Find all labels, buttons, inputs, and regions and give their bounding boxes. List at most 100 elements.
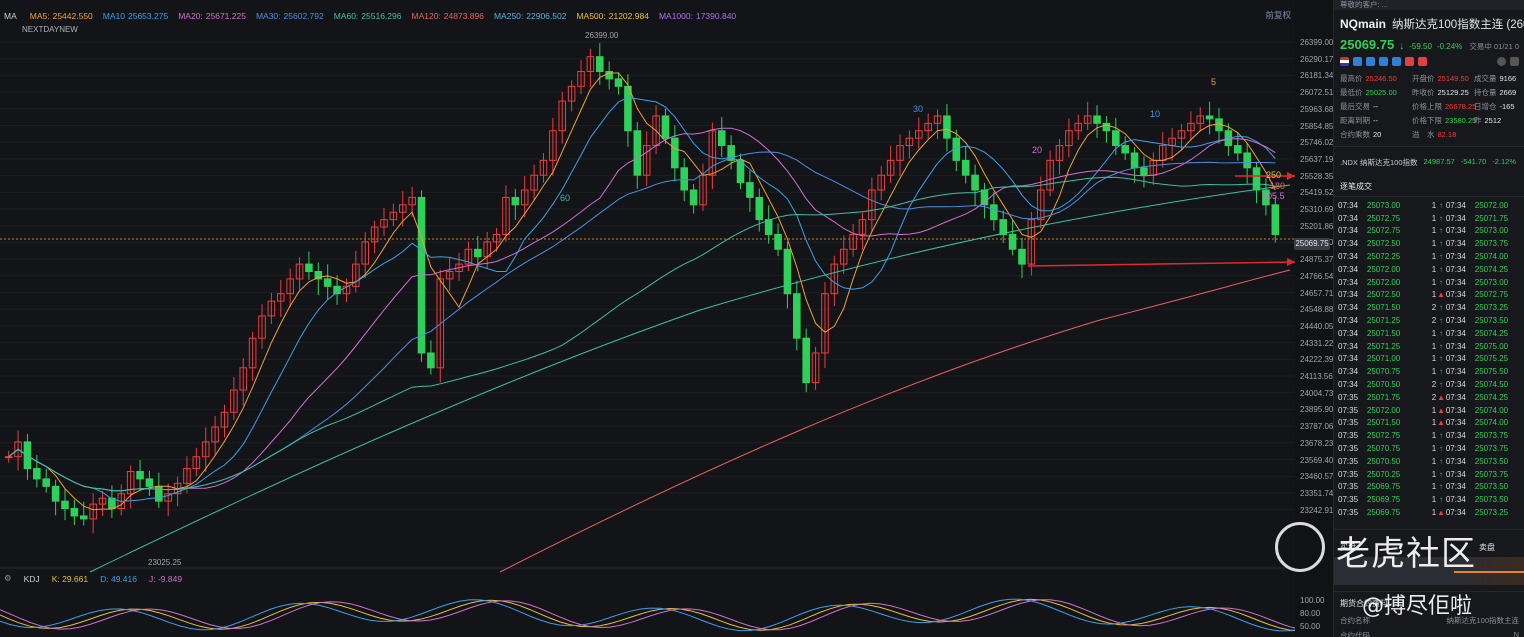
quote-stats: 最高价 25246.50 开盘价 25149.50 成交量 9166 最低价 25025.00… bbox=[1334, 71, 1524, 140]
ma-legend-item[interactable]: MA1000: 17390.840 bbox=[659, 11, 736, 21]
stat-key: 开盘价 bbox=[1412, 74, 1435, 83]
instrument-code[interactable]: NQmain bbox=[1340, 17, 1386, 31]
trade-price: 25071.00 bbox=[1366, 354, 1401, 364]
ma20-marker: 20 bbox=[1032, 145, 1043, 155]
kdj-d-value: 49.416 bbox=[110, 573, 137, 584]
price-axis-label: 26399.00 bbox=[1300, 38, 1334, 47]
trade-time-2: 07:34 bbox=[1445, 328, 1466, 338]
stat-cell: 溢 水 82.18 bbox=[1412, 129, 1474, 140]
gift-badge-icon[interactable] bbox=[1405, 57, 1414, 66]
trade-time-2: 07:34 bbox=[1445, 469, 1466, 479]
candlestick-chart[interactable] bbox=[0, 0, 1295, 637]
trade-row: 07:35 25070.25 1 ↑ 07:34 25073.75 bbox=[1338, 468, 1521, 481]
chart-area[interactable]: MA MA5: 25442.550 MA10 25653.275 MA20: 25671.2… bbox=[0, 0, 1295, 637]
kdj-k-value: 29.661 bbox=[62, 573, 89, 584]
chart-badge-icon[interactable] bbox=[1353, 57, 1362, 66]
trade-price: 25070.50 bbox=[1366, 456, 1401, 466]
ma-legend-item[interactable]: MA bbox=[4, 11, 20, 21]
candle-down bbox=[155, 485, 163, 502]
price-axis-label: 23460.57 bbox=[1300, 472, 1334, 482]
stat-key: 昨收价 bbox=[1412, 88, 1435, 97]
trade-time-2: 07:34 bbox=[1445, 316, 1466, 326]
trade-direction-icon: ↑ bbox=[1439, 226, 1444, 236]
trade-price-2: 25073.00 bbox=[1474, 277, 1509, 287]
candle-down bbox=[624, 85, 632, 132]
ma-legend-item[interactable]: MA60: 25516.296 bbox=[334, 11, 402, 21]
price-axis-label: 24875.37 bbox=[1300, 255, 1334, 265]
candle-down bbox=[1252, 167, 1261, 191]
stat-value: -- bbox=[1373, 102, 1378, 111]
trade-price-2: 25073.50 bbox=[1474, 482, 1509, 492]
trade-qty: 1 bbox=[1431, 431, 1437, 441]
stat-key: 距离到期 bbox=[1340, 116, 1370, 125]
price-axis-label: 25963.68 bbox=[1300, 104, 1334, 114]
ma-legend-value: 25442.550 bbox=[52, 11, 93, 21]
tool-badge-icon[interactable] bbox=[1392, 57, 1401, 66]
low-label: 23025.25 bbox=[148, 558, 182, 567]
trade-price: 25072.75 bbox=[1366, 213, 1401, 223]
trade-direction-icon: ↑ bbox=[1439, 341, 1444, 351]
ma-legend-item[interactable]: MA20: 25671.225 bbox=[178, 11, 246, 21]
trade-price-2: 25074.25 bbox=[1474, 264, 1509, 274]
trade-direction-icon: ▲ bbox=[1437, 508, 1445, 518]
candle-down bbox=[990, 204, 998, 221]
high-label: 26399.00 bbox=[585, 31, 619, 40]
share-badge-icon[interactable] bbox=[1379, 57, 1388, 66]
trade-time-2: 07:34 bbox=[1445, 226, 1466, 236]
trade-direction-icon: ▲ bbox=[1437, 405, 1445, 415]
ma60-marker: 60 bbox=[560, 193, 571, 203]
trade-row: 07:34 25072.00 1 ↑ 07:34 25073.00 bbox=[1338, 276, 1521, 289]
ma-legend-item[interactable]: MA30: 25602.792 bbox=[256, 11, 324, 21]
panel-top-bar: 尊敬的客户: ... bbox=[1334, 0, 1524, 10]
ndx-row[interactable]: .NDX 纳斯达克100指数 24987.57 -541.70 -2.12% bbox=[1334, 146, 1524, 168]
trade-time-2: 07:34 bbox=[1445, 380, 1466, 390]
candle-down bbox=[1008, 233, 1017, 250]
trade-time: 07:34 bbox=[1338, 316, 1359, 326]
candle-down bbox=[1271, 204, 1280, 235]
stat-value: -165 bbox=[1499, 102, 1515, 111]
more-icon[interactable] bbox=[1510, 57, 1519, 66]
price-axis-label: 23787.06 bbox=[1300, 422, 1334, 432]
trades-title[interactable]: 逐笔成交 bbox=[1334, 168, 1524, 197]
settings-icon[interactable] bbox=[1497, 57, 1506, 66]
orderbook-sell-title[interactable]: 卖盘 bbox=[1479, 542, 1495, 553]
alert-badge-icon[interactable] bbox=[1366, 57, 1375, 66]
stat-cell: 开盘价 25149.50 bbox=[1412, 73, 1474, 84]
trade-qty: 1 bbox=[1431, 239, 1437, 249]
ma-legend-item[interactable]: MA10 25653.275 bbox=[103, 11, 168, 21]
watermark-brand: 老虎社区 bbox=[1336, 534, 1476, 574]
trade-price: 25069.75 bbox=[1366, 482, 1401, 492]
price-axis-label: 25637.19 bbox=[1300, 154, 1334, 164]
trade-time: 07:34 bbox=[1338, 226, 1359, 236]
indicator-tag[interactable]: NEXTDAYNEW bbox=[22, 25, 78, 34]
trade-direction-icon: ↑ bbox=[1439, 328, 1444, 338]
ma-legend-item[interactable]: MA500: 21202.984 bbox=[576, 11, 648, 21]
price-axis-label: 25310.69 bbox=[1300, 205, 1334, 214]
trade-row: 07:34 25072.50 1 ↑ 07:34 25073.75 bbox=[1338, 237, 1521, 250]
ma-legend-item[interactable]: MA120: 24873.896 bbox=[411, 11, 483, 21]
trade-direction-icon: ▲ bbox=[1437, 418, 1445, 428]
trade-qty: 1 bbox=[1431, 341, 1437, 351]
watermark-author: @搏尽佢啦 bbox=[1362, 594, 1473, 619]
trade-price-2: 25073.50 bbox=[1474, 495, 1509, 505]
candle-down bbox=[511, 196, 520, 206]
trade-price-2: 25073.50 bbox=[1474, 456, 1509, 466]
trade-row: 07:34 25071.25 2 ↑ 07:34 25073.50 bbox=[1338, 314, 1521, 327]
badge-row bbox=[1334, 52, 1524, 71]
trade-direction-icon: ↑ bbox=[1439, 200, 1444, 210]
price-axis-label: 24548.88 bbox=[1300, 305, 1334, 315]
us-flag-icon bbox=[1340, 57, 1349, 66]
trade-time: 07:34 bbox=[1338, 290, 1359, 300]
trade-price-2: 25074.25 bbox=[1474, 328, 1509, 338]
ma-legend-item[interactable]: MA5: 25442.550 bbox=[30, 11, 93, 21]
ma-legend-item[interactable]: MA250: 22906.502 bbox=[494, 11, 566, 21]
trade-time: 07:34 bbox=[1338, 252, 1359, 262]
trade-time-2: 07:34 bbox=[1445, 354, 1466, 364]
adjust-button[interactable]: 前复权 bbox=[1265, 9, 1291, 21]
ma-legend-label: MA500: bbox=[576, 11, 606, 21]
kdj-settings-icon[interactable]: ⚙ bbox=[4, 573, 12, 584]
trade-qty: 2 bbox=[1431, 303, 1437, 313]
trade-price: 25070.75 bbox=[1366, 444, 1401, 454]
price-axis-label: 23351.74 bbox=[1300, 488, 1334, 498]
heart-badge-icon[interactable] bbox=[1418, 57, 1427, 66]
